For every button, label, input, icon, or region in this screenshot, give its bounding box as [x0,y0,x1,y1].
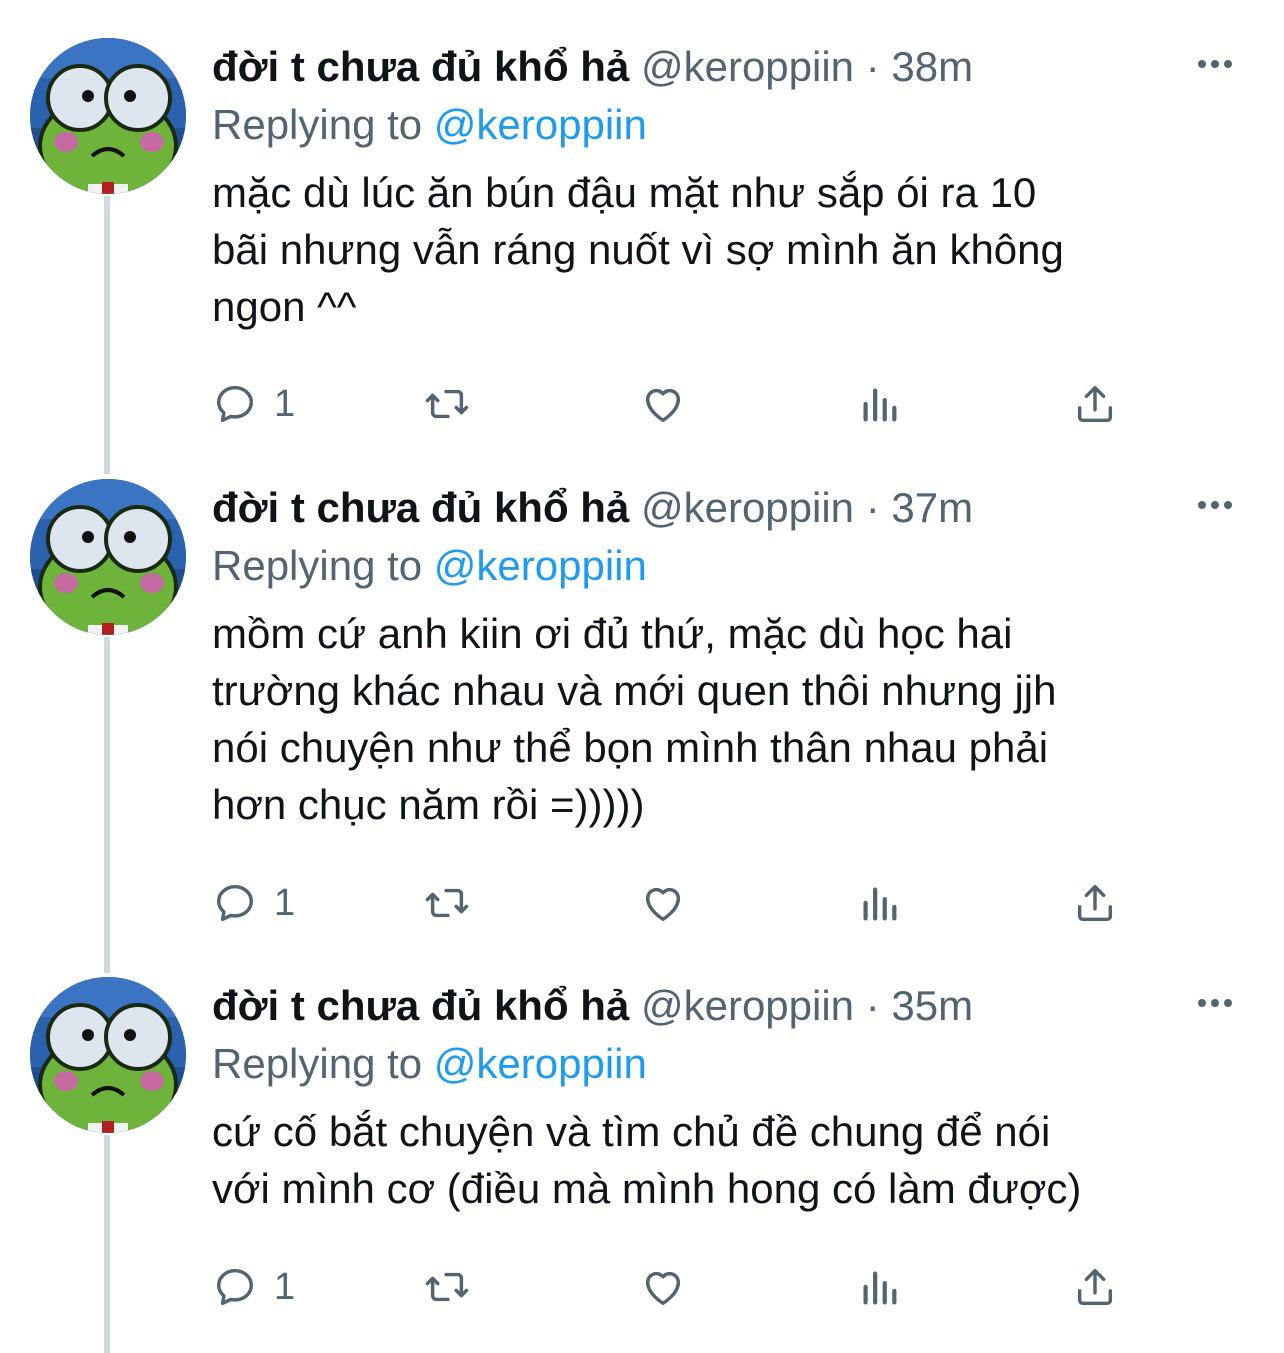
like-button[interactable] [640,873,686,933]
display-name[interactable]: đời t chưa đủ khổ hả [212,484,629,531]
more-icon[interactable] [1190,485,1240,525]
retweet-button[interactable] [424,873,470,933]
timestamp[interactable]: 37m [891,484,973,531]
reply-icon [216,385,254,423]
reply-count: 1 [274,881,296,924]
views-button[interactable] [856,873,902,933]
handle[interactable]: @keroppiin [641,43,854,90]
timestamp[interactable]: 38m [891,43,973,90]
share-icon [1077,385,1113,423]
views-icon [863,388,897,422]
tweet-header: đời t chưa đủ khổ hả @keroppiin · 38m [212,38,1240,96]
tweet-actions: 1 [212,1257,1132,1317]
retweet-button[interactable] [424,1257,470,1317]
tweet-actions: 1 [212,374,1132,434]
separator-dot: · [865,484,880,531]
more-icon[interactable] [1190,44,1240,84]
replying-to-mention[interactable]: @keroppiin [434,542,647,589]
replying-to-label: Replying to [212,101,423,148]
share-button[interactable] [1072,873,1118,933]
tweet-text: mặc dù lúc ăn bún đậu mặt như sắp ói ra … [212,169,1064,330]
separator-dot: · [865,982,880,1029]
views-button[interactable] [856,374,902,434]
tweet-content: đời t chưa đủ khổ hả @keroppiin · 37m Re… [212,479,1240,833]
views-icon [863,887,897,921]
keroppi-avatar-image [30,977,186,1133]
separator-dot: · [865,43,880,90]
avatar[interactable] [30,977,186,1133]
reply-icon [216,884,254,922]
tweet-header: đời t chưa đủ khổ hả @keroppiin · 35m [212,977,1240,1035]
retweet-icon [425,888,469,918]
share-button[interactable] [1072,1257,1118,1317]
like-icon [645,388,681,423]
tweet-header: đời t chưa đủ khổ hả @keroppiin · 37m [212,479,1240,537]
tweet-text: mồm cứ anh kiin ơi đủ thứ, mặc dù học ha… [212,610,1057,828]
share-button[interactable] [1072,374,1118,434]
like-icon [645,1271,681,1306]
views-button[interactable] [856,1257,902,1317]
reply-button[interactable]: 1 [212,374,295,434]
display-name[interactable]: đời t chưa đủ khổ hả [212,982,629,1029]
replying-to-mention[interactable]: @keroppiin [434,1040,647,1087]
thread-line [104,196,110,474]
tweet-actions: 1 [212,873,1132,933]
share-icon [1077,884,1113,922]
replying-to: Replying to @keroppiin [212,537,1240,595]
timestamp[interactable]: 35m [891,982,973,1029]
retweet-button[interactable] [424,374,470,434]
tweet-content: đời t chưa đủ khổ hả @keroppiin · 35m Re… [212,977,1240,1217]
handle[interactable]: @keroppiin [641,982,854,1029]
replying-to-label: Replying to [212,1040,423,1087]
like-icon [645,887,681,922]
keroppi-avatar-image [30,479,186,635]
replying-to-label: Replying to [212,542,423,589]
replying-to: Replying to @keroppiin [212,1035,1240,1093]
tweet-text: cứ cố bắt chuyện và tìm chủ đề chung để … [212,1108,1082,1212]
reply-button[interactable]: 1 [212,1257,295,1317]
avatar[interactable] [30,38,186,194]
tweet-content: đời t chưa đủ khổ hả @keroppiin · 38m Re… [212,38,1240,335]
reply-count: 1 [274,382,296,425]
reply-button[interactable]: 1 [212,873,295,933]
more-icon[interactable] [1190,983,1240,1023]
replying-to: Replying to @keroppiin [212,96,1240,154]
thread-line [104,1135,110,1353]
keroppi-avatar-image [30,38,186,194]
like-button[interactable] [640,1257,686,1317]
share-icon [1077,1268,1113,1306]
replying-to-mention[interactable]: @keroppiin [434,101,647,148]
avatar[interactable] [30,479,186,635]
retweet-icon [425,1272,469,1302]
like-button[interactable] [640,374,686,434]
retweet-icon [425,389,469,419]
handle[interactable]: @keroppiin [641,484,854,531]
display-name[interactable]: đời t chưa đủ khổ hả [212,43,629,90]
thread-line [104,637,110,973]
reply-count: 1 [274,1265,296,1308]
views-icon [863,1271,897,1305]
reply-icon [216,1268,254,1306]
